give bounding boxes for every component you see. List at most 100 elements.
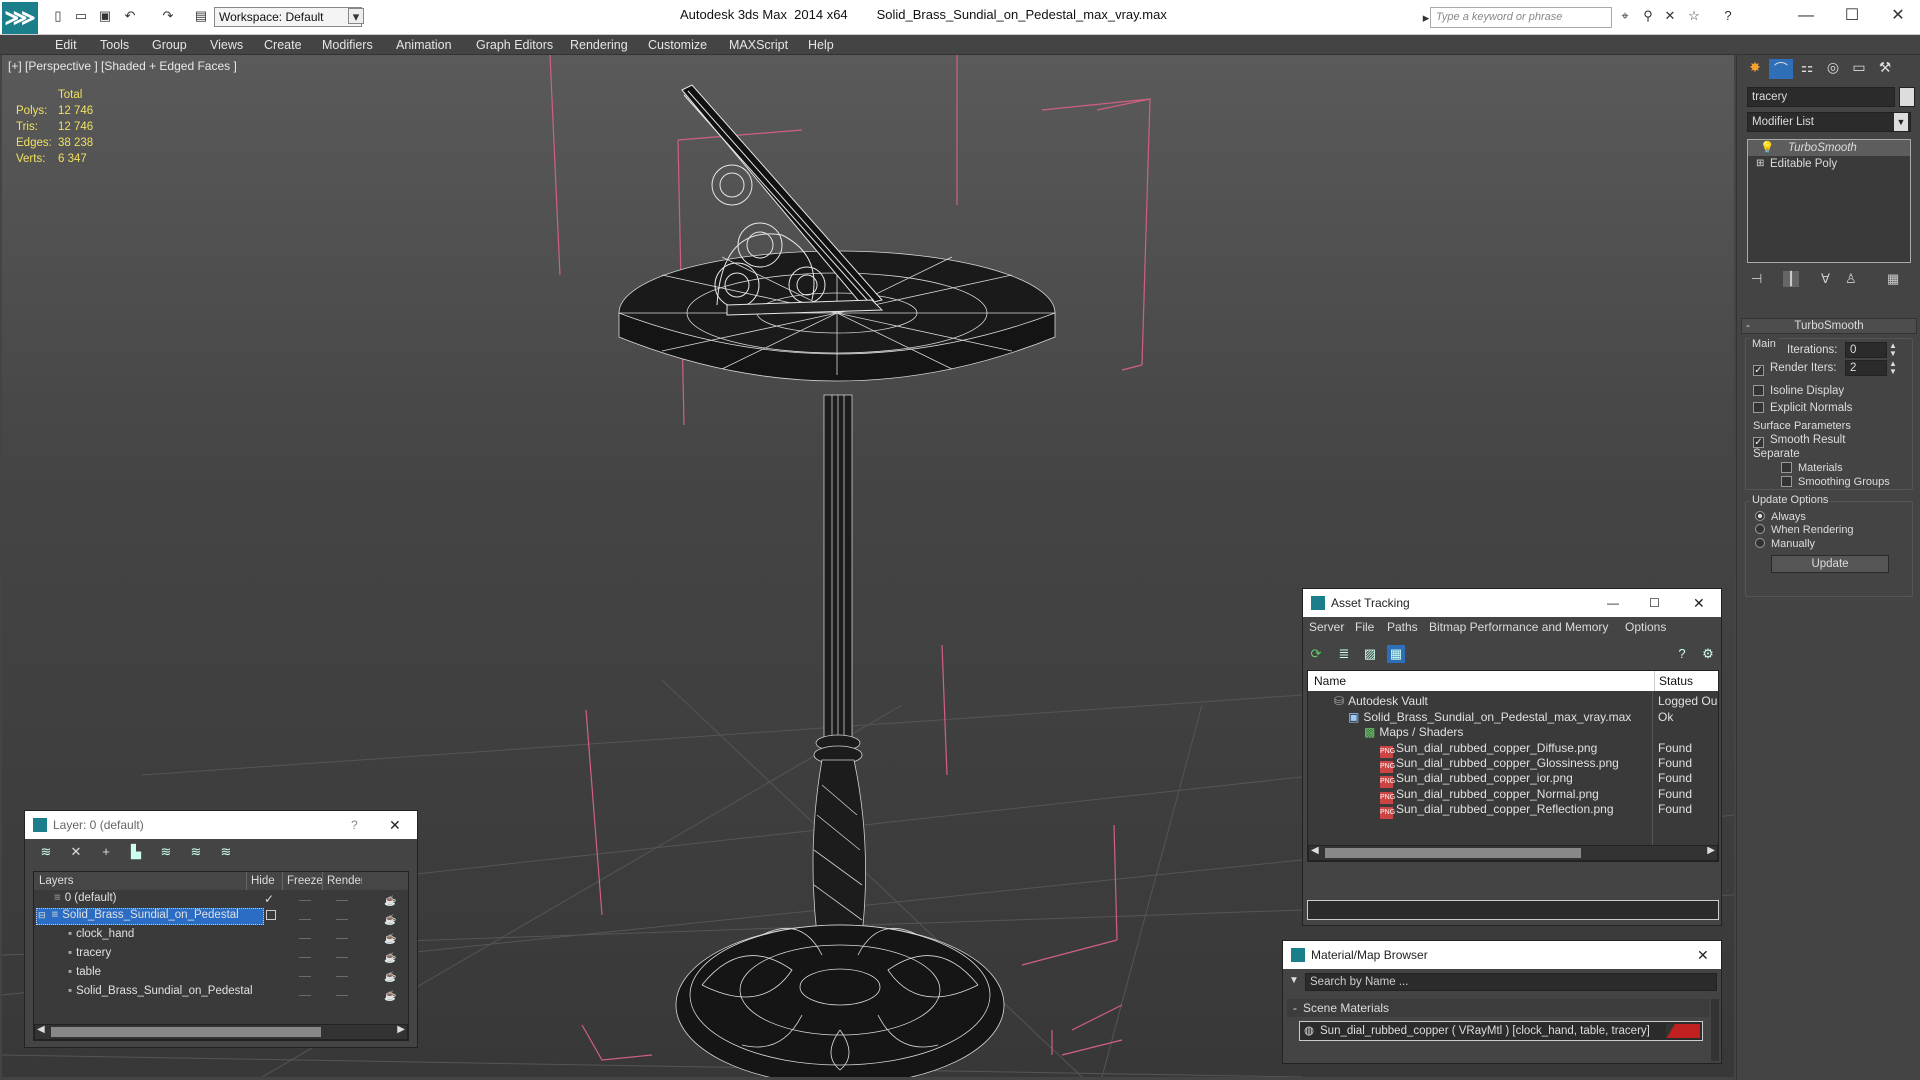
menu-help[interactable]: Help xyxy=(808,38,834,52)
close-icon[interactable]: ✕ xyxy=(1878,4,1918,28)
update-manually-radio[interactable]: Manually xyxy=(1755,538,1815,550)
help-icon[interactable]: ? xyxy=(1720,8,1736,24)
object-row-tracery[interactable]: ▪ tracery xyxy=(68,947,111,959)
render-iters-row[interactable]: ✓ Render Iters: xyxy=(1753,362,1836,376)
hide-all-icon[interactable]: ≋ xyxy=(187,843,205,861)
isoline-display-checkbox[interactable]: Isoline Display xyxy=(1753,385,1844,397)
column-render-header[interactable]: Render xyxy=(322,872,362,890)
update-always-radio[interactable]: Always xyxy=(1755,511,1806,523)
create-tab-icon[interactable]: ✸ xyxy=(1743,59,1767,79)
maximize-icon[interactable]: ☐ xyxy=(1832,4,1872,28)
menu-bitmap-performance[interactable]: Bitmap Performance and Memory xyxy=(1429,620,1608,634)
hide-column-toggles[interactable]: ┄┄ ┄┄ ┄┄ ┄┄ ┄┄ ┄┄ xyxy=(299,892,311,1006)
explicit-normals-checkbox[interactable]: Explicit Normals xyxy=(1753,402,1852,414)
menu-tools[interactable]: Tools xyxy=(100,38,129,52)
maximize-icon[interactable]: ☐ xyxy=(1649,589,1660,617)
minimize-icon[interactable]: — xyxy=(1607,589,1619,617)
asset-row-reflection[interactable]: PNGSun_dial_rubbed_copper_Reflection.png xyxy=(1380,802,1614,819)
asset-row-ior[interactable]: PNGSun_dial_rubbed_copper_ior.png xyxy=(1380,771,1573,788)
settings-icon[interactable]: ⚙ xyxy=(1699,645,1717,663)
communication-icon[interactable]: ✕ xyxy=(1662,8,1678,24)
close-icon[interactable]: ✕ xyxy=(1697,941,1709,969)
column-hide-header[interactable]: Hide xyxy=(246,872,275,890)
show-end-result-icon[interactable]: ┃ xyxy=(1783,271,1799,287)
save-icon[interactable]: ▣ xyxy=(97,8,113,24)
modifier-list-dropdown[interactable]: Modifier List ▼ xyxy=(1747,112,1911,132)
viewport-label[interactable]: [+] [Perspective ] [Shaded + Edged Faces… xyxy=(8,59,237,73)
render-iters-spinner-arrows[interactable]: ▲ ▼ xyxy=(1889,360,1897,376)
workspace-menu-icon[interactable]: ▾ xyxy=(348,8,364,24)
refresh-icon[interactable]: ⟳ xyxy=(1307,645,1325,663)
material-entry[interactable]: ◍ Sun_dial_rubbed_copper ( VRayMtl ) [cl… xyxy=(1299,1021,1703,1041)
thumbnail-view-icon[interactable]: ▨ xyxy=(1361,645,1379,663)
active-layer-check-icon[interactable]: ✓ xyxy=(264,892,274,906)
menu-graph-editors[interactable]: Graph Editors xyxy=(476,38,553,52)
configure-sets-icon[interactable]: ▦ xyxy=(1887,271,1899,287)
browser-options-icon[interactable]: ▼ xyxy=(1289,975,1299,986)
utilities-tab-icon[interactable]: ⚒ xyxy=(1873,59,1897,79)
menu-customize[interactable]: Customize xyxy=(648,38,707,52)
display-tab-icon[interactable]: ▭ xyxy=(1847,59,1871,79)
column-status-header[interactable]: Status xyxy=(1654,671,1693,691)
create-layer-icon[interactable]: ≋ xyxy=(37,843,55,861)
smooth-result-checkbox[interactable]: ✓ Smooth Result xyxy=(1753,434,1845,448)
minimize-icon[interactable]: — xyxy=(1786,4,1826,28)
asset-row-max-file[interactable]: ▣ Solid_Brass_Sundial_on_Pedestal_max_vra… xyxy=(1348,710,1631,724)
new-file-icon[interactable]: ▯ xyxy=(50,8,66,24)
menu-animation[interactable]: Animation xyxy=(396,38,452,52)
make-unique-icon[interactable]: ∀ xyxy=(1821,271,1830,287)
set-current-layer-box[interactable] xyxy=(266,910,276,920)
project-folder-icon[interactable]: ▤ xyxy=(193,8,209,24)
stack-item-turbosmooth[interactable]: 💡 TurboSmooth xyxy=(1748,140,1910,156)
help-icon[interactable]: ? xyxy=(351,811,358,839)
layer-row-sundial[interactable]: ⊟ ≡ Solid_Brass_Sundial_on_Pedestal xyxy=(38,909,239,921)
close-icon[interactable]: ✕ xyxy=(389,811,401,839)
help-icon[interactable]: ? xyxy=(1673,645,1691,663)
modifier-stack[interactable]: 💡 TurboSmooth ⊞ Editable Poly xyxy=(1747,139,1911,263)
add-to-layer-icon[interactable]: + xyxy=(97,843,115,861)
asset-path-field[interactable] xyxy=(1307,900,1719,920)
object-row-sundial[interactable]: ▪ Solid_Brass_Sundial_on_Pedestal xyxy=(68,985,253,997)
menu-group[interactable]: Group xyxy=(152,38,187,52)
menu-create[interactable]: Create xyxy=(264,38,302,52)
column-name-header[interactable]: Name xyxy=(1314,671,1346,691)
turbosmooth-rollout-header[interactable]: - TurboSmooth xyxy=(1741,318,1917,334)
material-search-input[interactable]: Search by Name ... xyxy=(1305,973,1717,991)
close-icon[interactable]: ✕ xyxy=(1693,589,1705,617)
asset-tracking-titlebar[interactable]: Asset Tracking — ☐ ✕ xyxy=(1303,589,1721,617)
undo-icon[interactable]: ↶ xyxy=(122,8,138,24)
pin-stack-icon[interactable]: ⊣ xyxy=(1751,271,1762,287)
iterations-spinner-arrows[interactable]: ▲ ▼ xyxy=(1889,342,1897,358)
freeze-all-icon[interactable]: ≋ xyxy=(217,843,235,861)
binoculars-icon[interactable]: ⌖ xyxy=(1617,8,1633,24)
menu-file[interactable]: File xyxy=(1355,620,1374,634)
delete-layer-icon[interactable]: ✕ xyxy=(67,843,85,861)
favorites-icon[interactable]: ☆ xyxy=(1686,8,1702,24)
object-row-clock-hand[interactable]: ▪ clock_hand xyxy=(68,928,134,940)
layer-list-scrollbar[interactable]: ◀ ▶ xyxy=(34,1024,408,1040)
select-objects-icon[interactable]: ▙ xyxy=(127,843,145,861)
column-layers-header[interactable]: Layers xyxy=(39,872,74,890)
modify-tab-icon[interactable]: ⌒ xyxy=(1769,59,1793,79)
menu-options[interactable]: Options xyxy=(1625,620,1666,634)
motion-tab-icon[interactable]: ◎ xyxy=(1821,59,1845,79)
menu-rendering[interactable]: Rendering xyxy=(570,38,628,52)
update-when-rendering-radio[interactable]: When Rendering xyxy=(1755,524,1854,536)
subscription-icon[interactable]: ⚲ xyxy=(1640,8,1656,24)
menu-modifiers[interactable]: Modifiers xyxy=(322,38,373,52)
list-view-icon[interactable]: ≣ xyxy=(1335,645,1353,663)
app-logo-icon[interactable]: ⋙ xyxy=(2,2,38,34)
scene-materials-section[interactable]: - Scene Materials xyxy=(1287,999,1709,1017)
lightbulb-icon[interactable]: 💡 xyxy=(1760,140,1774,156)
browser-scrollbar[interactable] xyxy=(1711,999,1719,1061)
menu-views[interactable]: Views xyxy=(210,38,243,52)
search-input[interactable]: Type a keyword or phrase xyxy=(1430,7,1612,28)
highlight-selected-icon[interactable]: ≋ xyxy=(157,843,175,861)
asset-row-maps-shaders[interactable]: ▩ Maps / Shaders xyxy=(1364,725,1463,739)
layer-manager-titlebar[interactable]: Layer: 0 (default) ? ✕ xyxy=(25,811,417,839)
asset-table-scrollbar[interactable]: ◀ ▶ xyxy=(1308,845,1718,861)
remove-modifier-icon[interactable]: ♙ xyxy=(1845,271,1857,287)
update-button[interactable]: Update xyxy=(1771,555,1889,573)
render-iters-spinner[interactable]: 2 xyxy=(1845,360,1887,376)
separate-smoothing-groups-checkbox[interactable]: Smoothing Groups xyxy=(1781,476,1890,488)
